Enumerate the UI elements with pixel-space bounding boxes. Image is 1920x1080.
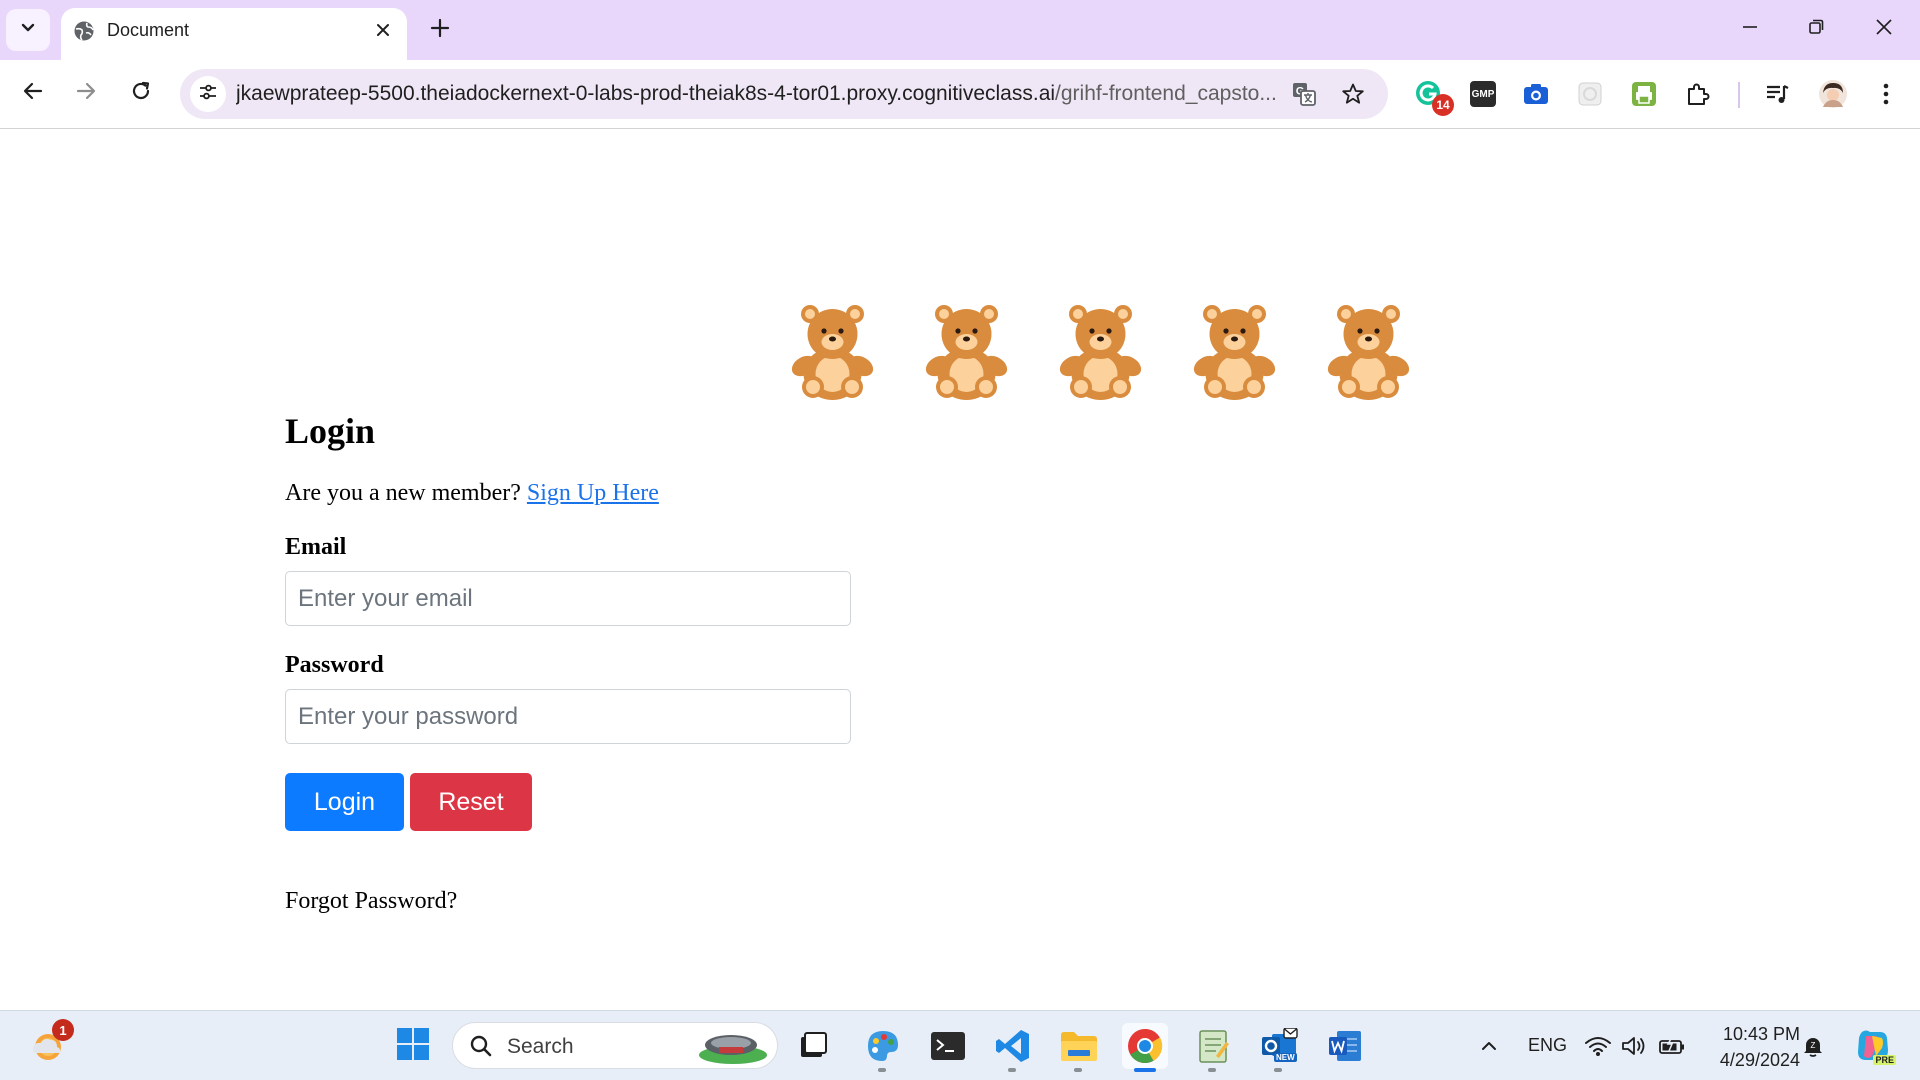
running-indicator [1008,1068,1016,1072]
grammarly-extension-icon[interactable]: 14 [1414,78,1454,116]
password-label: Password [285,652,384,678]
globe-icon [73,20,95,42]
address-bar[interactable]: jkaewprateep-5500.theiadockernext-0-labs… [180,69,1388,119]
password-field[interactable] [285,689,851,744]
word-app-icon[interactable] [1322,1023,1368,1069]
login-button[interactable]: Login [285,773,404,831]
taskbar-search-box[interactable]: Search [452,1022,778,1069]
teddy-bear-icon [1186,304,1283,403]
media-control-icon[interactable] [1761,78,1793,110]
email-field[interactable] [285,571,851,626]
blank-extension-icon[interactable] [1574,78,1606,110]
tune-icon [198,82,218,107]
clock[interactable]: 10:43 PM 4/29/2024 [1690,1021,1800,1073]
start-button[interactable] [390,1023,436,1069]
toolbar-separator [1738,82,1740,108]
tab-strip: Document [0,0,1920,60]
arrow-left-icon [22,80,44,107]
translate-icon[interactable]: G [1290,80,1318,108]
reset-button[interactable]: Reset [410,773,532,831]
avatar[interactable] [1817,78,1849,110]
running-indicator [1208,1068,1216,1072]
search-label: Search [507,1035,574,1058]
url-host: jkaewprateep-5500.theiadockernext-0-labs… [236,82,1056,105]
page-content: Login Are you a new member? Sign Up Here… [0,130,1920,1010]
forward-button[interactable] [66,73,106,113]
notepad-app-icon[interactable] [1190,1023,1236,1072]
running-indicator [1274,1068,1282,1072]
reload-button[interactable] [121,73,161,113]
email-label: Email [285,534,347,560]
battery-icon[interactable] [1654,1023,1690,1069]
notification-badge: 1 [52,1019,74,1041]
page-title: Login [285,411,376,451]
close-tab-icon[interactable] [371,18,395,42]
new-member-label: Are you a new member? [285,480,521,506]
weather-widget[interactable]: 1 [24,1019,74,1069]
forgot-password-text[interactable]: Forgot Password? [285,888,457,915]
print-extension-icon[interactable] [1628,78,1660,110]
outlook-new-badge: NEW [1274,1053,1297,1062]
outlook-app-icon[interactable]: NEW [1256,1023,1302,1072]
new-tab-button[interactable] [424,14,456,46]
camera-extension-icon[interactable] [1520,78,1552,110]
tab-title: Document [107,20,190,40]
gmp-label: GMP [1470,81,1496,107]
bookmark-star-icon[interactable] [1339,80,1367,108]
back-button[interactable] [13,73,53,113]
active-indicator [1134,1068,1156,1072]
copilot-icon[interactable]: PRE [1850,1023,1896,1069]
close-icon [1875,18,1893,41]
svg-text:Z: Z [1811,1041,1816,1050]
minimize-icon [1741,18,1759,41]
sign-up-link[interactable]: Sign Up Here [527,480,659,506]
teddy-bear-icon [784,304,881,403]
copilot-pre-badge: PRE [1873,1055,1896,1065]
taskbar: 1 Search NEW ENG 10:43 PM 4/29/2024 Z PR… [0,1010,1920,1080]
teddy-bear-icon [1320,304,1417,403]
url-path: /grihf-frontend_capsto... [1055,82,1277,105]
teddy-bear-icon [918,304,1015,403]
do-not-disturb-icon[interactable]: Z [1796,1023,1830,1069]
chrome-app-icon[interactable] [1122,1023,1168,1072]
chevron-up-icon[interactable] [1466,1023,1512,1069]
reload-icon [130,80,152,107]
gmp-extension-icon[interactable]: GMP [1467,78,1499,110]
site-info-button[interactable] [190,76,226,112]
url-text: jkaewprateep-5500.theiadockernext-0-labs… [236,82,1286,106]
vscode-app-icon[interactable] [990,1023,1036,1072]
file-explorer-app-icon[interactable] [1056,1023,1102,1072]
restore-icon [1807,18,1825,41]
terminal-app-icon[interactable] [925,1023,971,1069]
running-indicator [878,1068,886,1072]
tab-search-button[interactable] [6,9,50,51]
chevron-down-icon [19,19,37,42]
teddy-bear-icon [1052,304,1149,403]
task-view-icon[interactable] [790,1023,836,1069]
paint-app-icon[interactable] [860,1023,906,1072]
plus-icon [430,18,450,43]
close-window-button[interactable] [1854,8,1914,50]
language-indicator[interactable]: ENG [1528,1035,1567,1056]
search-icon [469,1034,493,1063]
new-member-text: Are you a new member? Sign Up Here [285,480,659,507]
arrow-right-icon [75,80,97,107]
restore-button[interactable] [1786,8,1846,50]
extension-badge: 14 [1432,94,1454,116]
browser-toolbar: jkaewprateep-5500.theiadockernext-0-labs… [0,60,1920,129]
windows-start-icon [396,1027,430,1066]
minimize-button[interactable] [1720,8,1780,50]
tab-document[interactable]: Document [61,8,407,60]
puzzle-icon[interactable] [1682,78,1714,110]
teddy-bear-row [784,304,1417,403]
wifi-icon[interactable] [1580,1023,1616,1069]
volume-icon[interactable] [1616,1023,1652,1069]
clock-time: 10:43 PM [1722,1024,1800,1044]
menu-kebab-icon[interactable] [1870,78,1902,110]
stadium-highlight-icon [697,1029,769,1070]
running-indicator [1074,1068,1082,1072]
clock-date: 4/29/2024 [1719,1050,1800,1070]
